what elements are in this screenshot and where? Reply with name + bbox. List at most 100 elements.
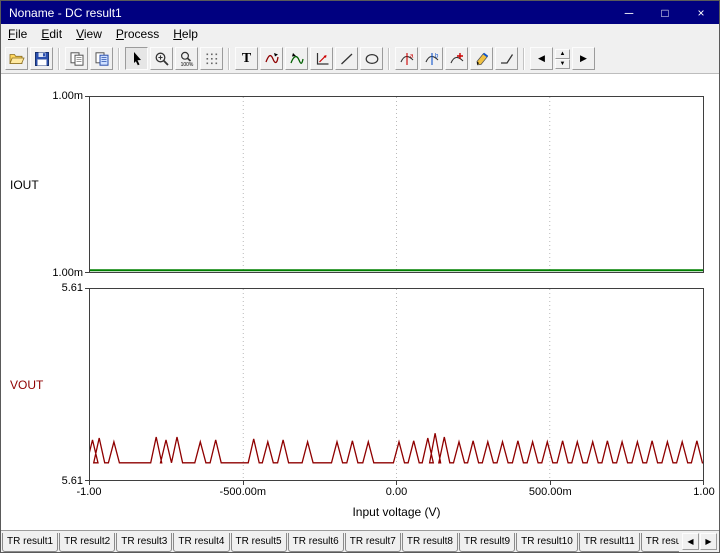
page-spinner[interactable]: ▲ ▼ [555,48,570,69]
tab-tr-result2[interactable]: TR result2 [59,533,116,552]
svg-text:a: a [410,53,414,59]
text-tool-icon: T [241,50,252,66]
copy-icon [70,51,83,66]
open-folder-icon [8,53,25,64]
zoom-in-button[interactable] [150,47,173,70]
x-tick-mark [703,481,704,485]
line-icon [340,53,352,64]
zoom-in-icon [155,52,169,66]
menu-item-edit[interactable]: Edit [34,24,69,44]
probe-tool-button[interactable] [470,47,493,70]
zoom-100-icon: 100% [180,51,193,67]
tab-tr-result6[interactable]: TR result6 [287,533,344,552]
toolbar: 100% T a b ◀ ▲ ▼ ▶ [1,44,719,74]
tab-scroll-left-button[interactable]: ◀ [682,533,699,550]
marker-b-tool-button[interactable]: b [420,47,443,70]
menu-item-help[interactable]: Help [166,24,205,44]
zoom-100-button[interactable]: 100% [175,47,198,70]
marker-a-tool-button[interactable]: a [395,47,418,70]
line-tool-button[interactable] [335,47,358,70]
ellipse-tool-button[interactable] [360,47,383,70]
maximize-button[interactable]: □ [647,1,683,24]
tab-strip: TR result1 TR result2 TR result3 TR result4… [2,531,679,552]
cursor-arrow-icon [133,51,141,65]
vout-y-bottom-label: 5.61 [61,475,83,487]
curve-edit-icon [264,52,279,63]
tab-tr-result3[interactable]: TR result3 [116,533,173,552]
tab-tr-result1[interactable]: TR result1 [2,533,59,552]
menu-bar: File Edit View Process Help [1,24,719,44]
page-right-button[interactable]: ▶ [572,47,595,70]
probe-pen-icon [476,52,488,65]
marker-a-icon: a [399,52,414,65]
iout-trace [90,97,703,272]
x-axis-title: Input voltage (V) [352,505,441,519]
axis-scale-icon [316,52,328,65]
x-tick-mark [550,481,551,485]
curve-select-tool-button[interactable] [285,47,308,70]
vout-plot[interactable] [89,288,704,481]
x-tick-label: 0.00 [385,486,408,498]
menu-item-view[interactable]: View [69,24,109,44]
titlebar: Noname - DC result1 ─ □ × [1,1,719,24]
tab-tr-result11[interactable]: TR result11 [578,533,640,552]
curve-edit-tool-button[interactable] [260,47,283,70]
menu-item-process[interactable]: Process [109,24,166,44]
svg-text:b: b [435,53,439,59]
paste-button[interactable] [90,47,113,70]
window-title: Noname - DC result1 [9,5,122,20]
page-left-icon: ◀ [538,53,545,63]
slope-tool-button[interactable] [495,47,518,70]
save-button[interactable] [30,47,53,70]
x-tick-label: 500.00m [528,486,572,498]
spin-up-icon[interactable]: ▲ [555,48,570,59]
spin-down-icon[interactable]: ▼ [555,58,570,69]
tab-scroll-right-button[interactable]: ▶ [700,533,717,550]
iout-y-bottom-label: 1.00m [52,267,83,279]
cursor-tool-button[interactable] [125,47,148,70]
tab-tr-result8[interactable]: TR result8 [401,533,458,552]
curve-select-icon [289,52,304,64]
x-tick-label: 1.00 [693,486,715,498]
minimize-button[interactable]: ─ [611,1,647,24]
x-tick-label: -1.00 [76,486,102,498]
close-button[interactable]: × [683,1,719,24]
toolbar-separator [118,47,120,70]
iout-y-top-label: 1.00m [52,90,83,102]
tab-tr-result10[interactable]: TR result10 [516,533,578,552]
add-marker-tool-button[interactable] [445,47,468,70]
tab-tr-result5[interactable]: TR result5 [230,533,287,552]
x-tick-mark [89,481,90,485]
tab-tr-result7[interactable]: TR result7 [344,533,401,552]
iout-curve-label: IOUT [10,178,39,192]
svg-text:100%: 100% [180,62,193,67]
app-window: Noname - DC result1 ─ □ × File Edit View Pr… [0,0,720,553]
toolbar-separator [228,47,230,70]
text-tool-button[interactable]: T [235,47,258,70]
page-right-icon: ▶ [580,53,587,63]
vout-y-top-label: 5.61 [61,282,83,294]
ellipse-icon [365,53,378,64]
toolbar-separator [388,47,390,70]
x-tick-label: -500.00m [219,486,267,498]
add-marker-icon [449,52,463,63]
chart-panel: 1.00m 1.00m 5.61 5.61 IOUT VOUT -1.00 -5… [1,74,719,530]
open-button[interactable] [5,47,28,70]
slope-line-icon [500,53,513,64]
x-tick-mark [243,481,244,485]
copy-button[interactable] [65,47,88,70]
tab-tr-result12[interactable]: TR result12 [640,533,679,552]
tab-strip-bar: TR result1 TR result2 TR result3 TR result4… [1,530,719,552]
x-tick-mark [396,481,397,485]
iout-plot[interactable] [89,96,704,273]
axis-scale-tool-button[interactable] [310,47,333,70]
menu-item-file[interactable]: File [1,24,34,44]
vout-trace [90,289,703,480]
grid-toggle-button[interactable] [200,47,223,70]
toolbar-separator [58,47,60,70]
paste-icon [95,51,108,66]
page-left-button[interactable]: ◀ [530,47,553,70]
tab-tr-result9[interactable]: TR result9 [459,533,516,552]
tab-tr-result4[interactable]: TR result4 [173,533,230,552]
vout-curve-label: VOUT [10,378,44,392]
